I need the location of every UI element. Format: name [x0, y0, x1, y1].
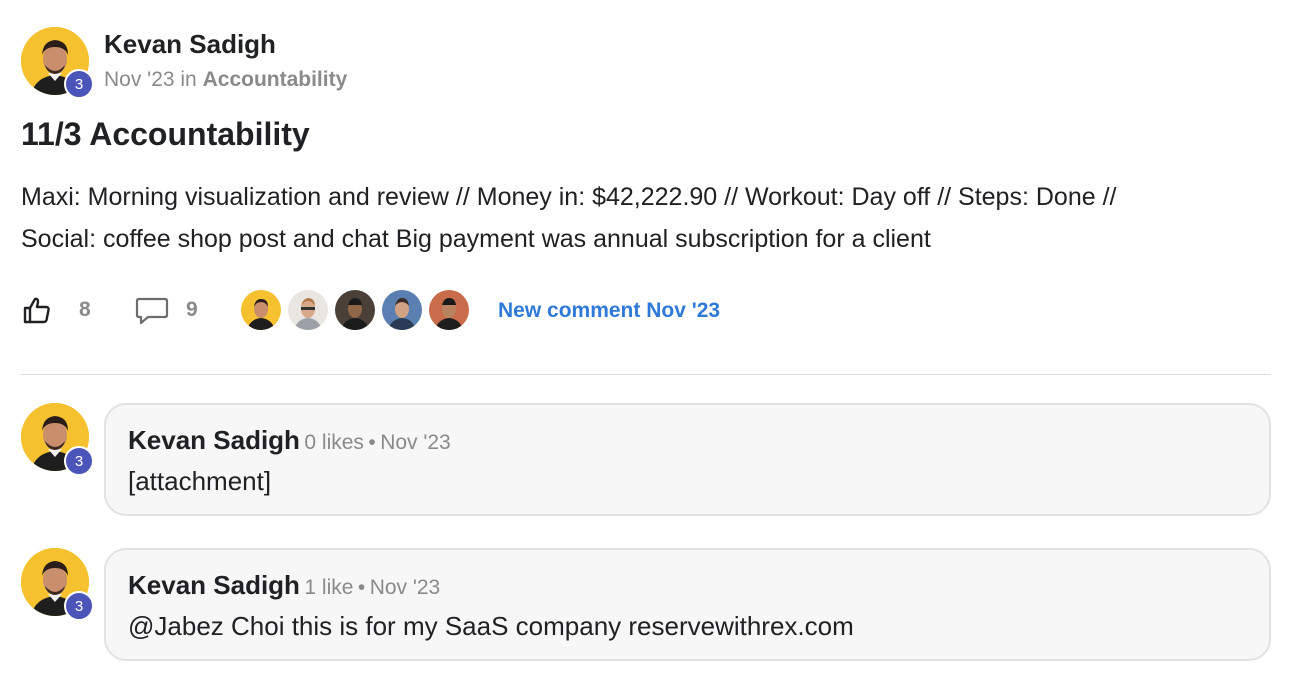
post-author-name[interactable]: Kevan Sadigh — [104, 29, 276, 60]
participant-avatar[interactable] — [380, 288, 424, 332]
post-in-word: in — [180, 68, 197, 91]
comment-likes: 1 like — [304, 576, 354, 599]
participant-avatar[interactable] — [239, 288, 283, 332]
meta-separator: • — [357, 576, 366, 599]
new-comment-link[interactable]: New comment Nov '23 — [498, 299, 720, 323]
comment-text: [attachment] — [128, 466, 272, 496]
post-body-line-1: Maxi: Morning visualization and review /… — [21, 183, 1117, 211]
comment-card: Kevan Sadigh 0 likes • Nov '23 [attachme… — [104, 403, 1271, 516]
comment-likes: 0 likes — [304, 431, 364, 454]
level-badge: 3 — [64, 446, 94, 476]
level-badge: 3 — [64, 69, 94, 99]
divider — [21, 374, 1271, 375]
post-body-line-2: Social: coffee shop post and chat Big pa… — [21, 225, 931, 253]
comment-count-button[interactable]: 9 — [135, 294, 198, 326]
comment-author-name[interactable]: Kevan Sadigh — [128, 425, 300, 455]
post-meta: Nov '23 in Accountability — [104, 68, 347, 92]
post-title: 11/3 Accountability — [21, 116, 310, 152]
comment-date: Nov '23 — [380, 431, 451, 454]
level-badge: 3 — [64, 591, 94, 621]
speech-bubble-icon — [135, 294, 169, 326]
comment-header: Kevan Sadigh 1 like • Nov '23 — [128, 570, 440, 601]
comment-text: @Jabez Choi this is for my SaaS company … — [128, 611, 854, 641]
meta-separator: • — [368, 431, 376, 454]
participant-avatar[interactable] — [427, 288, 471, 332]
post-category-link[interactable]: Accountability — [203, 68, 348, 91]
comment-header: Kevan Sadigh 0 likes • Nov '23 — [128, 425, 451, 456]
comment-card: Kevan Sadigh 1 like • Nov '23 @Jabez Cho… — [104, 548, 1271, 661]
post-date: Nov '23 — [104, 68, 175, 91]
comment-date: Nov '23 — [369, 576, 441, 599]
comment-author-name[interactable]: Kevan Sadigh — [128, 570, 300, 600]
comment-count: 9 — [186, 298, 198, 321]
participant-avatar[interactable] — [333, 288, 377, 332]
like-count: 8 — [79, 298, 91, 321]
participant-avatar[interactable] — [286, 288, 330, 332]
like-button[interactable]: 8 — [21, 294, 91, 326]
thumbs-up-icon — [21, 294, 53, 326]
post-body: Maxi: Morning visualization and review /… — [21, 176, 1261, 260]
